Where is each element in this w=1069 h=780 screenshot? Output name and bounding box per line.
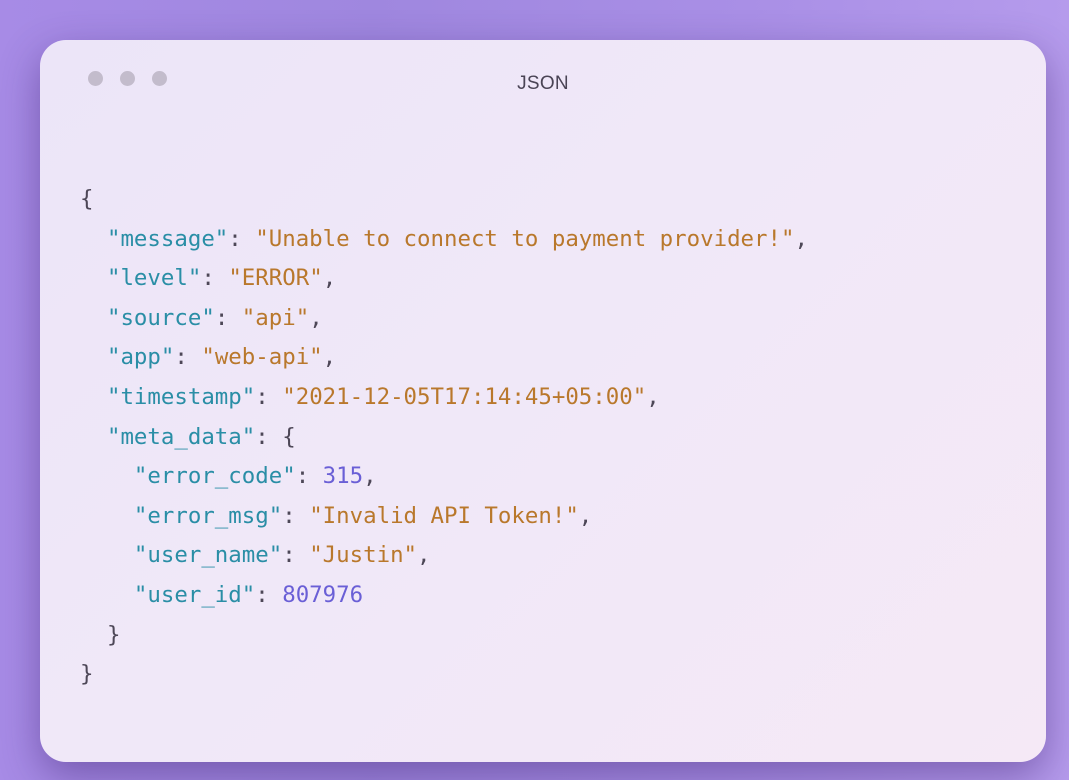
code-line: "timestamp": "2021-12-05T17:14:45+05:00"… [106, 383, 660, 410]
json-key: "timestamp" [106, 383, 256, 410]
code-line: "error_msg": "Invalid API Token!", [133, 502, 593, 529]
code-line: } [80, 616, 808, 656]
json-key: "source" [106, 304, 215, 331]
code-window: JSON { "message": "Unable to connect to … [40, 40, 1046, 762]
json-key: "meta_data" [106, 423, 256, 450]
code-line: "level": "ERROR", [106, 265, 337, 292]
code-line: { [80, 180, 808, 220]
code-line: "user_name": "Justin", [133, 542, 431, 569]
json-number-value: 807976 [282, 581, 364, 608]
json-number-value: 315 [322, 463, 364, 490]
json-string-value: "Unable to connect to payment provider!" [255, 225, 795, 252]
title-bar: JSON [40, 40, 1046, 126]
window-title: JSON [517, 73, 569, 94]
json-key: "message" [106, 225, 229, 252]
json-key: "user_name" [133, 542, 283, 569]
code-line: "meta_data": { [106, 423, 296, 450]
json-string-value: "Invalid API Token!" [309, 502, 579, 529]
code-line: "app": "web-api", [106, 344, 337, 371]
json-string-value: "api" [241, 304, 310, 331]
close-brace: } [80, 661, 94, 688]
open-brace: { [80, 186, 94, 212]
open-brace: { [282, 423, 296, 450]
json-string-value: "web-api" [201, 344, 323, 371]
code-line: "error_code": 315, [133, 463, 377, 490]
code-line: "source": "api", [106, 304, 323, 331]
json-key: "user_id" [133, 581, 256, 608]
json-string-value: "Justin" [309, 542, 418, 569]
json-key: "error_msg" [133, 502, 283, 529]
code-line: "user_id": 807976 [133, 581, 364, 608]
json-key: "level" [106, 265, 202, 292]
json-code-block: { "message": "Unable to connect to payme… [80, 180, 808, 695]
json-string-value: "2021-12-05T17:14:45+05:00" [282, 383, 647, 410]
json-key: "app" [106, 344, 175, 371]
close-brace: } [106, 621, 121, 648]
code-line: "message": "Unable to connect to payment… [106, 225, 808, 252]
json-key: "error_code" [133, 463, 296, 490]
code-line: } [80, 655, 808, 695]
json-string-value: "ERROR" [228, 265, 323, 292]
